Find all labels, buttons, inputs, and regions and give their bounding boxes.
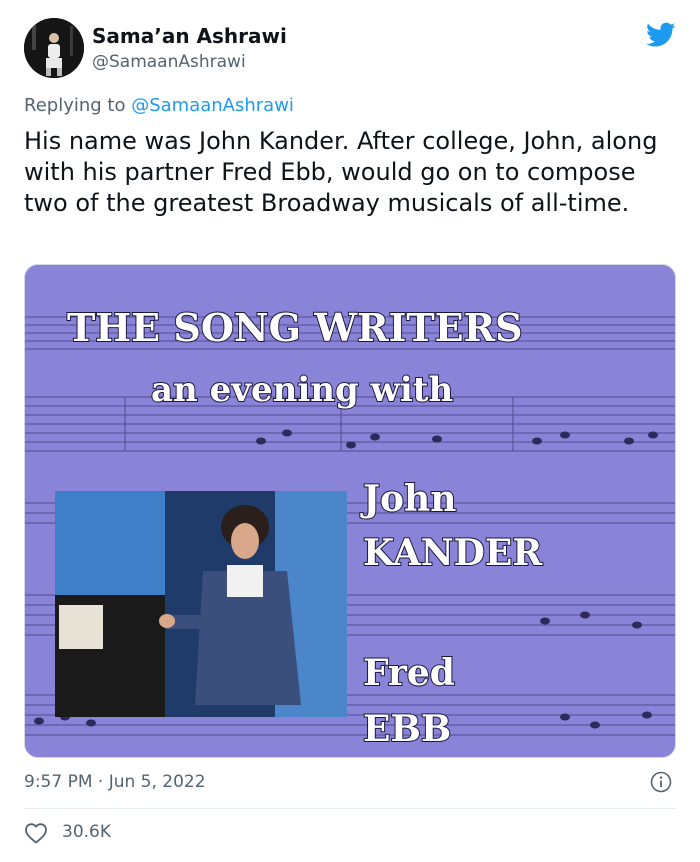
lyricist-first-name: Fred xyxy=(363,652,455,694)
photo-inset xyxy=(55,491,347,717)
composer-last-name: KANDER xyxy=(363,532,543,574)
tweet-timestamp[interactable]: 9:57 PM · Jun 5, 2022 xyxy=(24,772,206,792)
like-count: 30.6K xyxy=(62,822,111,842)
author-handle[interactable]: @SamaanAshrawi xyxy=(92,52,246,72)
reply-handle-link[interactable]: @SamaanAshrawi xyxy=(131,95,294,116)
twitter-bird-icon[interactable] xyxy=(646,22,676,48)
composer-first-name: John xyxy=(360,478,456,520)
tweet-text: His name was John Kander. After college,… xyxy=(24,127,658,217)
frame-subtitle: an evening with xyxy=(151,370,453,410)
reply-prefix: Replying to xyxy=(24,95,132,116)
lyricist-last-name: EBB xyxy=(363,708,451,750)
reply-context: Replying to @SamaanAshrawi xyxy=(24,95,294,116)
author-name[interactable]: Sama’an Ashrawi xyxy=(92,24,287,48)
tweet-media-image[interactable]: THE SONG WRITERS an evening with John KA… xyxy=(24,264,676,758)
media-frame: THE SONG WRITERS an evening with John KA… xyxy=(25,265,675,757)
frame-title: THE SONG WRITERS xyxy=(67,305,523,350)
divider xyxy=(24,808,676,809)
heart-icon[interactable] xyxy=(24,822,48,844)
avatar-image xyxy=(24,18,84,78)
info-icon[interactable] xyxy=(650,771,672,793)
avatar[interactable] xyxy=(24,18,84,78)
